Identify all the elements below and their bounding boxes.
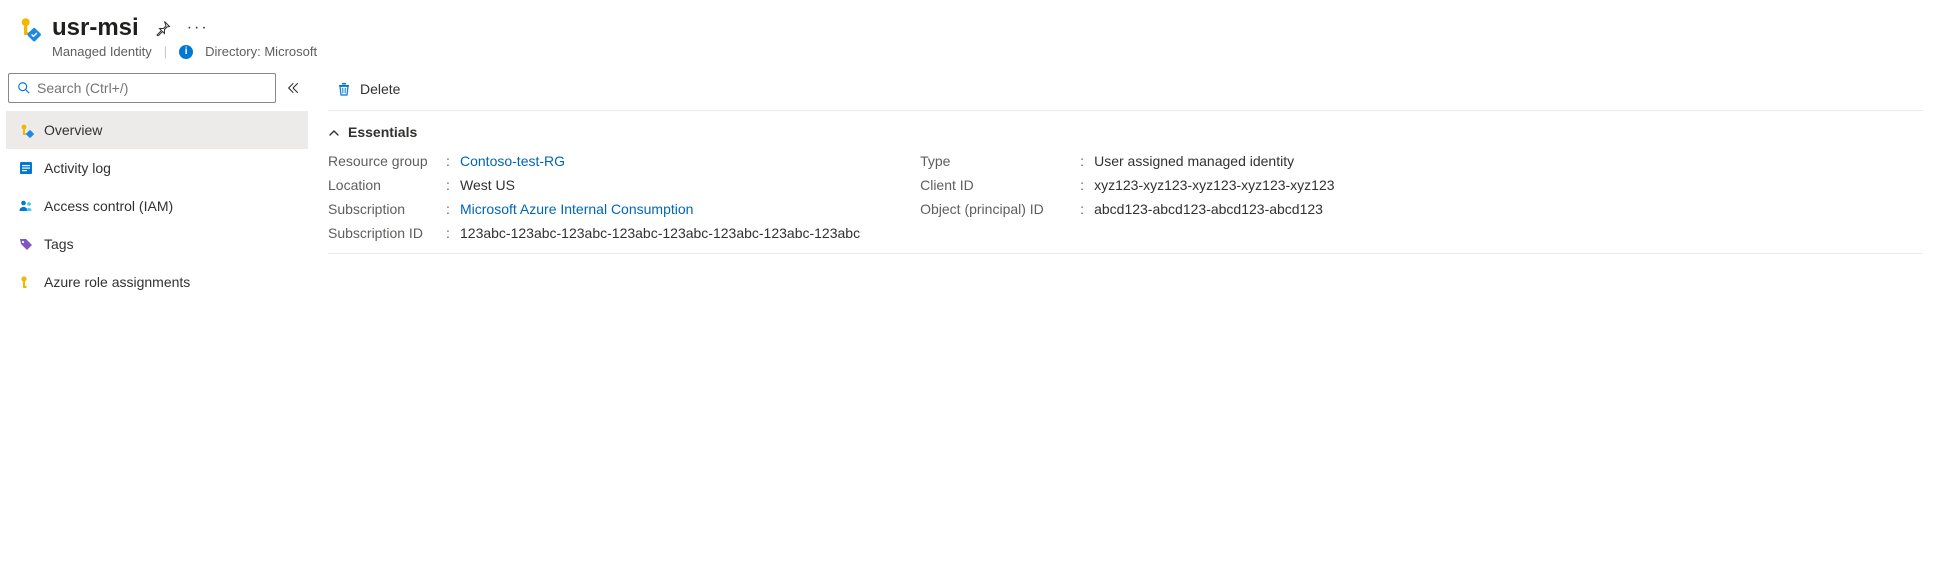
label: Type xyxy=(920,153,1080,169)
kv-object-id: Object (principal) ID : abcd123-abcd123-… xyxy=(920,201,1334,217)
sidebar-item-label: Activity log xyxy=(44,160,111,176)
pin-icon[interactable] xyxy=(155,20,171,36)
subscription-link[interactable]: Microsoft Azure Internal Consumption xyxy=(460,201,693,217)
main-content: Delete Essentials Resource group : Conto… xyxy=(308,67,1939,307)
toolbar: Delete xyxy=(328,67,1923,111)
label: Resource group xyxy=(328,153,446,169)
page-title: usr-msi xyxy=(52,14,139,42)
kv-location: Location : West US xyxy=(328,177,860,193)
resource-type-label: Managed Identity xyxy=(52,44,152,59)
info-icon[interactable]: i xyxy=(179,45,193,59)
tag-icon xyxy=(18,236,34,252)
sidebar-item-label: Access control (IAM) xyxy=(44,198,173,214)
page-header: usr-msi ··· Managed Identity | i Directo… xyxy=(0,0,1939,67)
label: Location xyxy=(328,177,446,193)
divider: | xyxy=(164,44,167,59)
sidebar-item-tags[interactable]: Tags xyxy=(6,225,308,263)
value: User assigned managed identity xyxy=(1094,153,1294,169)
kv-subscription-id: Subscription ID : 123abc-123abc-123abc-1… xyxy=(328,225,860,241)
delete-button[interactable]: Delete xyxy=(328,77,408,101)
kv-type: Type : User assigned managed identity xyxy=(920,153,1334,169)
value: xyz123-xyz123-xyz123-xyz123-xyz123 xyxy=(1094,177,1334,193)
people-icon xyxy=(18,198,34,214)
kv-subscription: Subscription : Microsoft Azure Internal … xyxy=(328,201,860,217)
search-icon xyxy=(17,81,31,95)
value: 123abc-123abc-123abc-123abc-123abc-123ab… xyxy=(460,225,860,241)
trash-icon xyxy=(336,81,352,97)
sidebar-item-access-control[interactable]: Access control (IAM) xyxy=(6,187,308,225)
sidebar-item-role-assignments[interactable]: Azure role assignments xyxy=(6,263,308,301)
sidebar-item-overview[interactable]: Overview xyxy=(6,111,308,149)
label: Subscription ID xyxy=(328,225,446,241)
delete-label: Delete xyxy=(360,81,400,97)
kv-client-id: Client ID : xyz123-xyz123-xyz123-xyz123-… xyxy=(920,177,1334,193)
label: Client ID xyxy=(920,177,1080,193)
managed-identity-icon xyxy=(14,14,42,42)
collapse-sidebar-icon[interactable] xyxy=(286,81,300,95)
value: abcd123-abcd123-abcd123-abcd123 xyxy=(1094,201,1323,217)
kv-resource-group: Resource group : Contoso-test-RG xyxy=(328,153,860,169)
sidebar: Overview Activity log Access control (IA… xyxy=(0,67,308,307)
key-badge-icon xyxy=(18,122,34,138)
search-field[interactable] xyxy=(37,80,267,96)
directory-label: Directory: Microsoft xyxy=(205,44,317,59)
sidebar-item-label: Tags xyxy=(44,236,74,252)
sidebar-item-label: Overview xyxy=(44,122,102,138)
chevron-up-icon xyxy=(328,126,340,138)
essentials-title: Essentials xyxy=(348,124,417,140)
resource-group-link[interactable]: Contoso-test-RG xyxy=(460,153,565,169)
sidebar-item-activity-log[interactable]: Activity log xyxy=(6,149,308,187)
label: Object (principal) ID xyxy=(920,201,1080,217)
label: Subscription xyxy=(328,201,446,217)
more-actions-icon[interactable]: ··· xyxy=(187,19,209,37)
value: West US xyxy=(460,177,515,193)
log-icon xyxy=(18,160,34,176)
sidebar-item-label: Azure role assignments xyxy=(44,274,190,290)
search-input[interactable] xyxy=(8,73,276,103)
essentials-panel: Resource group : Contoso-test-RG Locatio… xyxy=(328,153,1923,254)
key-icon xyxy=(18,274,34,290)
essentials-toggle[interactable]: Essentials xyxy=(328,111,1923,153)
